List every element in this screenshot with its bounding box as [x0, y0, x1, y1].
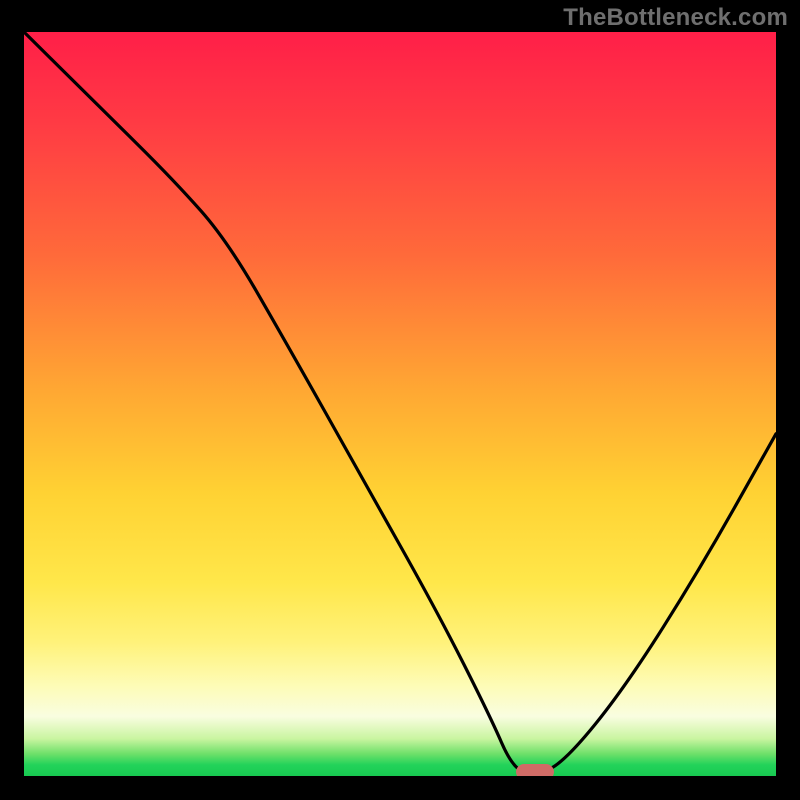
watermark-text: TheBottleneck.com	[563, 4, 788, 32]
optimal-point-marker	[516, 764, 554, 776]
plot-area	[24, 32, 776, 776]
bottleneck-curve	[24, 32, 776, 776]
chart-frame: TheBottleneck.com	[0, 0, 800, 800]
